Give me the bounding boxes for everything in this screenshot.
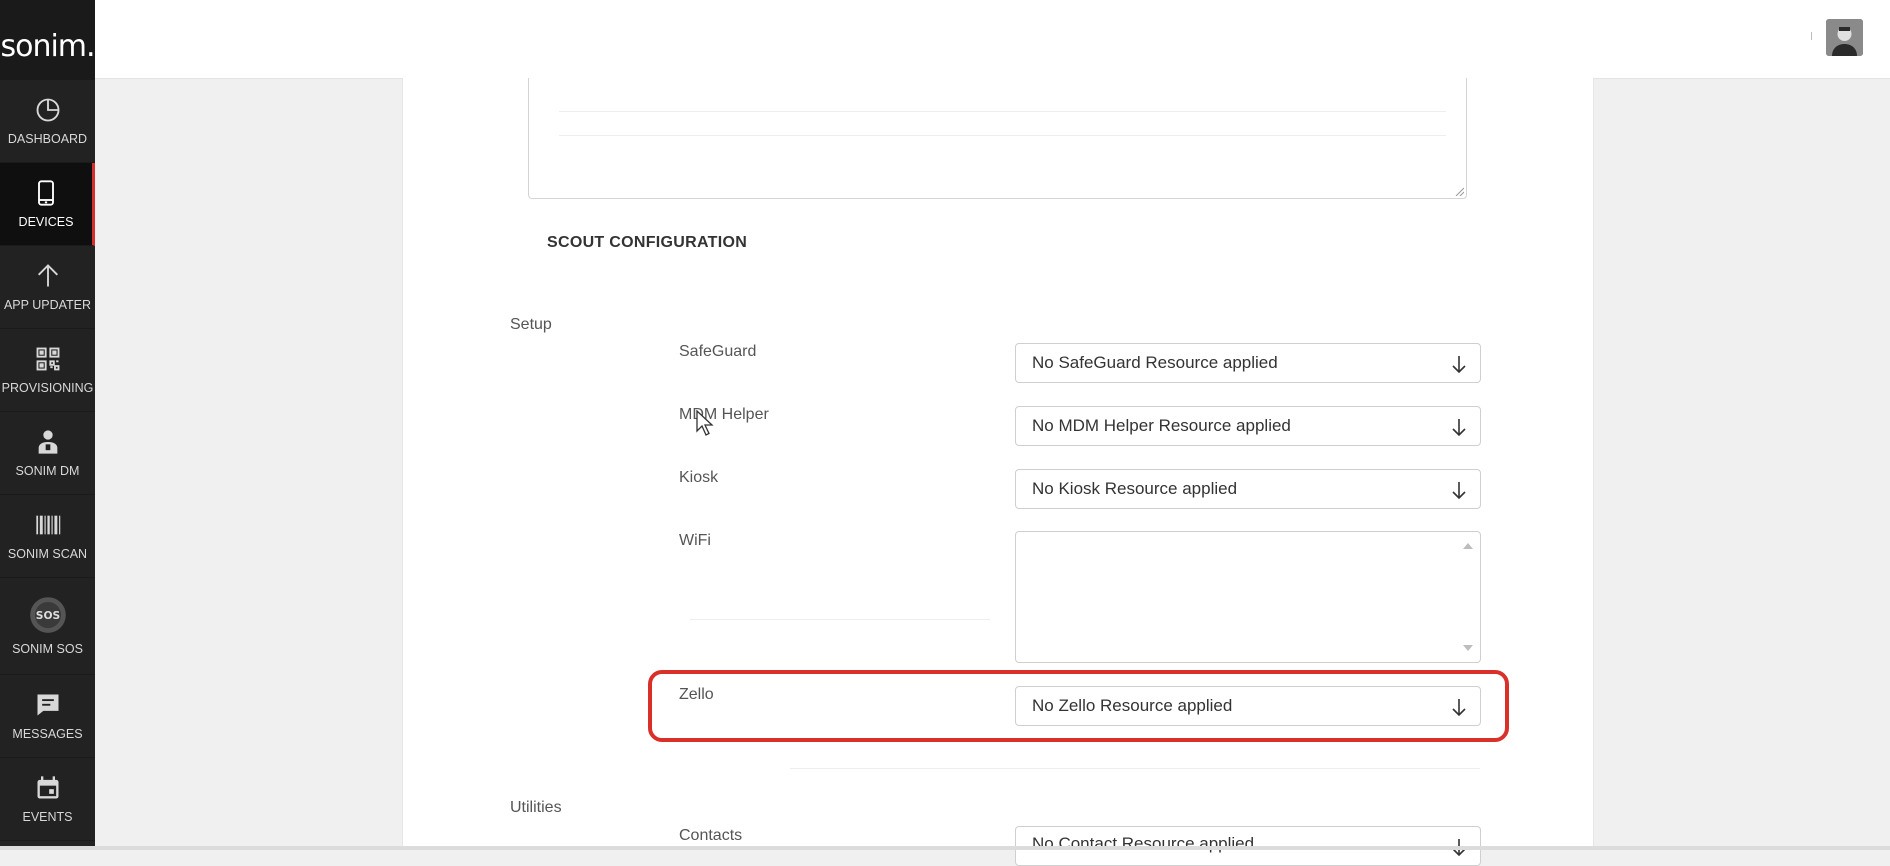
top-bar (95, 0, 1890, 79)
field-label-kiosk: Kiosk (679, 469, 719, 486)
group-label-setup: Setup (510, 316, 552, 333)
resize-handle-icon[interactable] (1454, 186, 1464, 196)
description-textarea[interactable] (528, 78, 1467, 199)
sidebar-item-label: DEVICES (18, 215, 74, 229)
contacts-select-value: No Contact Resource applied (1032, 834, 1255, 853)
sidebar-item-sonim-sos[interactable]: SOS SONIM SOS (0, 578, 95, 675)
sidebar-item-label: SONIM SCAN (7, 547, 88, 561)
barcode-icon (35, 515, 60, 535)
calendar-icon (37, 776, 58, 799)
field-label-safeguard: SafeGuard (679, 343, 757, 360)
scroll-up-icon[interactable] (1463, 543, 1473, 549)
sidebar-item-dashboard[interactable]: DASHBOARD (0, 80, 95, 163)
sidebar-item-provisioning[interactable]: PROVISIONING (0, 329, 95, 412)
mdm-helper-select[interactable]: No MDM Helper Resource applied (1015, 406, 1481, 446)
arrow-down-icon (1452, 419, 1466, 437)
sidebar-item-label: APP UPDATER (3, 298, 92, 312)
section-title: SCOUT CONFIGURATION (547, 234, 748, 251)
arrow-down-icon (1452, 356, 1466, 374)
sos-icon: SOS (29, 597, 66, 633)
sidebar-item-label: EVENTS (22, 810, 73, 824)
sidebar-item-label: PROVISIONING (1, 381, 94, 395)
divider (559, 135, 1446, 136)
field-label-mdm-helper: MDM Helper (679, 406, 769, 423)
arrow-down-icon (1452, 482, 1466, 500)
qr-code-icon (36, 347, 59, 371)
kiosk-select[interactable]: No Kiosk Resource applied (1015, 469, 1481, 509)
sos-badge-text: SOS (35, 609, 59, 622)
mobile-device-icon (38, 180, 54, 206)
safeguard-select[interactable]: No SafeGuard Resource applied (1015, 343, 1481, 383)
zello-select[interactable]: No Zello Resource applied (1015, 686, 1481, 726)
pie-chart-icon (36, 98, 59, 122)
safeguard-select-value: No SafeGuard Resource applied (1032, 353, 1278, 372)
sidebar: sonim. DASHBOARD DEVICES APP UPDATER PRO… (0, 0, 96, 850)
sidebar-item-label: SONIM DM (15, 464, 80, 478)
divider (559, 111, 1446, 112)
sidebar-item-app-updater[interactable]: APP UPDATER (0, 246, 95, 329)
field-label-wifi: WiFi (679, 532, 711, 549)
sidebar-item-devices[interactable]: DEVICES (0, 163, 95, 246)
user-avatar[interactable] (1826, 19, 1863, 56)
logo-text: sonim. (0, 29, 95, 64)
wifi-listbox[interactable] (1015, 531, 1481, 663)
kiosk-select-value: No Kiosk Resource applied (1032, 479, 1238, 498)
divider (1811, 32, 1812, 40)
sidebar-item-label: DASHBOARD (7, 132, 88, 146)
user-photo-icon (1826, 19, 1863, 56)
sonim-logo[interactable]: sonim. (0, 0, 96, 80)
scroll-down-icon[interactable] (1463, 645, 1473, 651)
sidebar-item-label: MESSAGES (12, 727, 83, 741)
sidebar-item-sonim-scan[interactable]: SONIM SCAN (0, 495, 95, 578)
bottom-edge (0, 846, 1890, 850)
sidebar-item-events[interactable]: EVENTS (0, 758, 95, 841)
arrow-up-icon (37, 264, 58, 287)
divider (790, 768, 1480, 769)
chat-bubble-icon (37, 694, 58, 716)
field-label-zello: Zello (679, 686, 714, 703)
divider (690, 619, 990, 620)
group-label-utilities: Utilities (510, 799, 562, 816)
mdm-helper-select-value: No MDM Helper Resource applied (1032, 416, 1291, 435)
arrow-down-icon (1452, 699, 1466, 717)
sidebar-item-messages[interactable]: MESSAGES (0, 675, 95, 758)
mouse-cursor-icon (696, 409, 714, 436)
zello-select-value: No Zello Resource applied (1032, 696, 1233, 715)
sidebar-item-sonim-dm[interactable]: SONIM DM (0, 412, 95, 495)
user-manager-icon (38, 430, 57, 454)
field-label-contacts: Contacts (679, 827, 743, 844)
sidebar-item-label: SONIM SOS (12, 642, 83, 656)
